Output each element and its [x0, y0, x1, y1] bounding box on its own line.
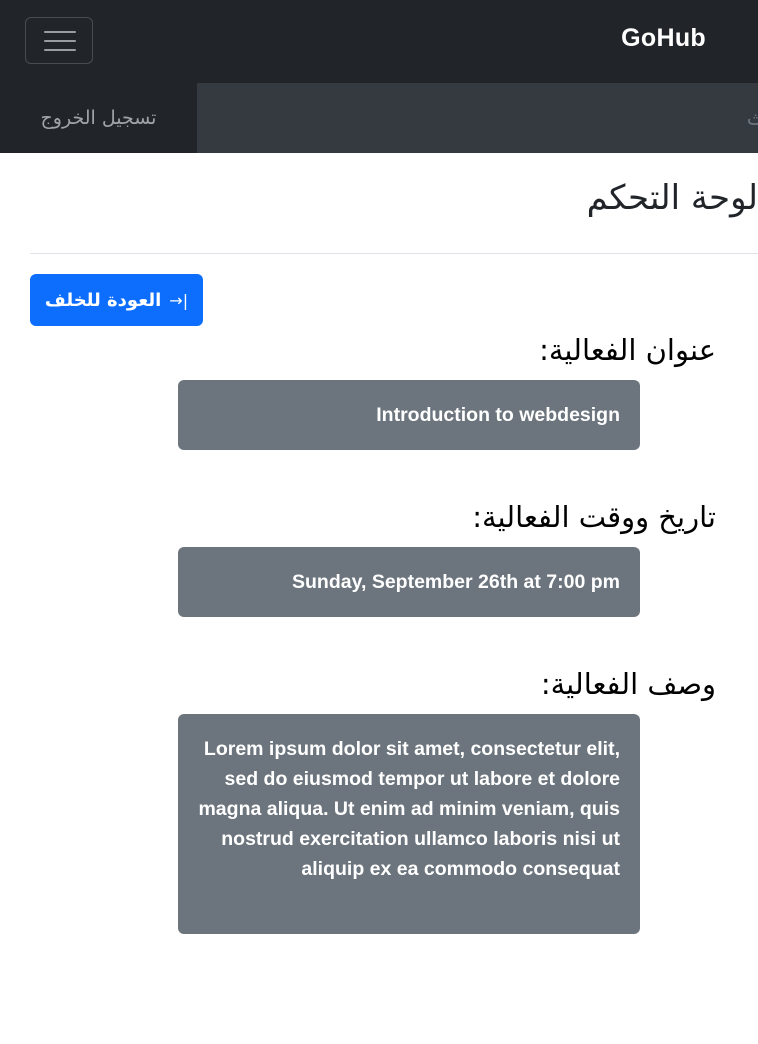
- back-button[interactable]: |→ العودة للخلف: [30, 274, 203, 326]
- top-navbar: GoHub: [0, 0, 758, 83]
- back-button-label: العودة للخلف: [44, 289, 162, 311]
- arrow-right-to-bracket-icon: |→: [169, 290, 189, 310]
- search-input[interactable]: [197, 83, 758, 153]
- search-container: [197, 83, 758, 153]
- brand-logo-link[interactable]: GoHub: [621, 24, 706, 53]
- page-title: لوحة التحكم: [586, 178, 758, 218]
- event-description-value: Lorem ipsum dolor sit amet, consectetur …: [178, 714, 640, 934]
- divider: [30, 253, 758, 254]
- hamburger-menu-icon: [44, 40, 76, 42]
- hamburger-menu-icon: [44, 31, 76, 33]
- event-description-label: وصف الفعالية:: [540, 667, 716, 701]
- menu-toggle-button[interactable]: [25, 17, 93, 64]
- logout-link[interactable]: تسجيل الخروج: [0, 83, 197, 153]
- event-title-value: Introduction to webdesign: [178, 380, 640, 450]
- event-datetime-label: تاريخ ووقت الفعالية:: [472, 500, 716, 534]
- event-datetime-value: Sunday, September 26th at 7:00 pm: [178, 547, 640, 617]
- search-bar-row: تسجيل الخروج: [0, 83, 758, 153]
- event-title-label: عنوان الفعالية:: [539, 333, 716, 367]
- hamburger-menu-icon: [44, 49, 76, 51]
